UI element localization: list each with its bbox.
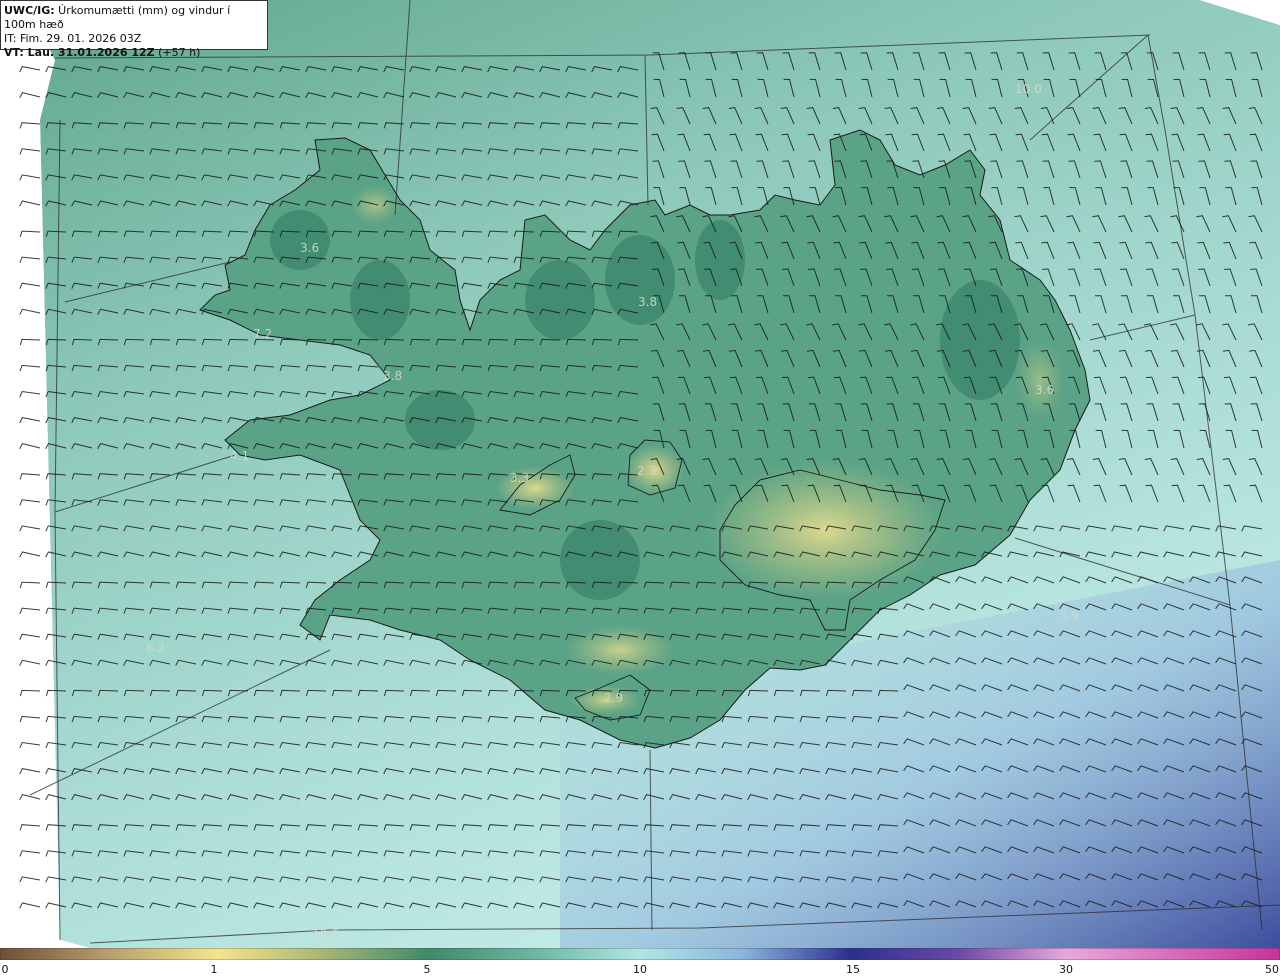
colorbar-tick: 10 xyxy=(633,963,647,976)
colorbar-labels: 0 1 5 10 15 30 50 xyxy=(0,960,1280,978)
value-label: 3.8 xyxy=(383,369,402,383)
valid-time: Lau. 31.01.2026 12Z xyxy=(23,46,155,59)
value-label: 3.6 xyxy=(1035,383,1054,397)
init-time: IT: Fim. 29. 01. 2026 03Z xyxy=(4,32,142,45)
precipitation-wind-map: 3.6 7.2 3.8 3.8 4.1 3.3 2.3 3.6 2.9 6.2 … xyxy=(0,0,1280,948)
value-label: 10.0 xyxy=(1015,82,1042,96)
value-label: 3.6 xyxy=(300,241,319,255)
highland-patch-myrdalsjokull xyxy=(565,625,675,675)
header-title-line: UWC/IG: Úrkomumætti (mm) og vindur í 100… xyxy=(4,4,264,32)
colorbar-tick: 15 xyxy=(846,963,860,976)
model-name: UWC/IG: xyxy=(4,4,55,17)
colorbar-tick: 1 xyxy=(210,963,218,976)
colorbar-tick: 5 xyxy=(423,963,431,976)
highland-patch-westfjords xyxy=(350,185,400,225)
value-label: 10.6 xyxy=(312,927,339,941)
valid-time-line: VT: Lau. 31.01.2026 12Z (+57 h) xyxy=(4,46,264,60)
colorbar-tick: 30 xyxy=(1059,963,1073,976)
highland-patch-langjokull xyxy=(495,466,575,510)
value-label: 6.2 xyxy=(146,641,165,655)
map-header: UWC/IG: Úrkomumætti (mm) og vindur í 100… xyxy=(0,0,268,59)
valid-prefix: VT: xyxy=(4,46,24,59)
value-label: 7.2 xyxy=(253,327,272,341)
value-label: 5.9 xyxy=(1060,609,1079,623)
colorbar xyxy=(0,948,1280,960)
colorbar-tick: 50 xyxy=(1265,963,1279,976)
value-label: 2.3 xyxy=(637,464,656,478)
highland-patch-vatnajokull xyxy=(705,460,945,600)
colorbar-tick: 0 xyxy=(1,963,9,976)
value-label: 4.1 xyxy=(230,449,249,463)
value-label: 3.8 xyxy=(638,295,657,309)
value-label: 7.6 xyxy=(290,796,309,810)
value-label: 3.3 xyxy=(510,471,529,485)
lead-time: (+57 h) xyxy=(154,46,201,59)
value-label: 2.9 xyxy=(604,691,623,705)
